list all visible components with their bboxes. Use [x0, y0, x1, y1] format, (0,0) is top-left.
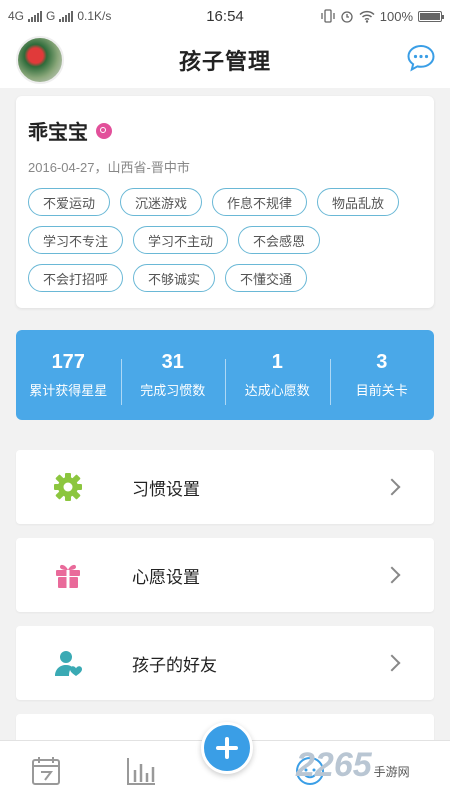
battery-icon — [418, 10, 444, 22]
stat-label: 达成心愿数 — [244, 384, 310, 399]
name-row: 乖宝宝 — [28, 116, 422, 145]
alarm-icon — [341, 11, 353, 23]
menu-label: 心愿设置 — [132, 567, 200, 588]
child-birth-location: 2016-04-27，山西省-晋中市 — [28, 160, 190, 175]
watermark-suffix: 手游网 — [373, 765, 410, 779]
status-right: 100% — [321, 8, 444, 24]
chart-icon[interactable] — [125, 755, 157, 787]
child-name: 乖宝宝 — [28, 120, 88, 144]
behavior-tag[interactable]: 不会感恩 — [238, 226, 321, 254]
stat-wishes: 1 达成心愿数 — [225, 351, 330, 405]
stat-stars: 177 累计获得星星 — [16, 351, 121, 399]
menu-child-friends[interactable]: 孩子的好友 — [16, 626, 434, 700]
chevron-right-icon — [383, 566, 401, 584]
network-type-2: G — [46, 9, 56, 23]
profile-card[interactable]: 乖宝宝 2016-04-27，山西省-晋中市 不爱运动 沉迷游戏 作息不规律 物… — [16, 96, 434, 308]
network-type-1: 4G — [8, 9, 25, 23]
female-icon — [96, 122, 112, 139]
stat-level: 3 目前关卡 — [329, 351, 435, 405]
stat-habits: 31 完成习惯数 — [120, 351, 226, 405]
behavior-tag[interactable]: 不爱运动 — [28, 188, 111, 216]
stat-value: 31 — [161, 351, 184, 373]
behavior-tag[interactable]: 不会打招呼 — [28, 264, 124, 292]
calendar-icon[interactable] — [30, 755, 62, 787]
behavior-tag[interactable]: 学习不主动 — [133, 226, 229, 254]
stat-value: 1 — [271, 351, 283, 373]
chevron-right-icon — [383, 654, 401, 672]
behavior-tag[interactable]: 作息不规律 — [212, 188, 308, 216]
chevron-right-icon — [383, 478, 401, 496]
stats-panel: 177 累计获得星星 31 完成习惯数 1 达成心愿数 3 目前关卡 — [16, 330, 434, 420]
stat-label: 累计获得星星 — [29, 384, 108, 399]
menu-label: 孩子的好友 — [132, 655, 217, 676]
friend-icon — [50, 645, 86, 681]
gear-icon — [50, 469, 86, 505]
behavior-tags: 不爱运动 沉迷游戏 作息不规律 物品乱放 学习不专注 学习不主动 不会感恩 不会… — [28, 188, 422, 292]
stat-value: 3 — [376, 351, 388, 373]
menu-label: 习惯设置 — [132, 479, 200, 500]
watermark-text: 2265 — [296, 746, 372, 784]
page-title: 孩子管理 — [178, 50, 271, 75]
stat-value: 177 — [51, 351, 85, 373]
status-bar: 4G G 0.1K/s 16:54 100% — [0, 0, 450, 32]
child-avatar[interactable] — [16, 36, 64, 84]
behavior-tag[interactable]: 学习不专注 — [28, 226, 124, 254]
network-speed: 0.1K/s — [77, 9, 112, 23]
battery-text: 100% — [379, 8, 413, 24]
status-left: 4G G 0.1K/s — [8, 9, 111, 23]
stat-label: 完成习惯数 — [140, 384, 206, 399]
behavior-tag[interactable]: 物品乱放 — [317, 188, 400, 216]
menu-habit-settings[interactable]: 习惯设置 — [16, 450, 434, 524]
chat-bubble-icon[interactable] — [406, 44, 436, 72]
gift-icon — [50, 557, 86, 593]
behavior-tag[interactable]: 沉迷游戏 — [120, 188, 203, 216]
add-button[interactable] — [201, 722, 253, 774]
vibrate-icon — [321, 9, 335, 23]
behavior-tag[interactable]: 不懂交通 — [225, 264, 308, 292]
header: 孩子管理 — [0, 32, 450, 88]
signal-icon-2 — [59, 10, 74, 22]
behavior-tag[interactable]: 不够诚实 — [133, 264, 216, 292]
stat-label: 目前关卡 — [355, 384, 408, 399]
watermark-logo: 2265 手游网 — [296, 746, 410, 785]
signal-icon — [28, 10, 43, 22]
menu-wish-settings[interactable]: 心愿设置 — [16, 538, 434, 612]
wifi-icon — [359, 10, 375, 23]
